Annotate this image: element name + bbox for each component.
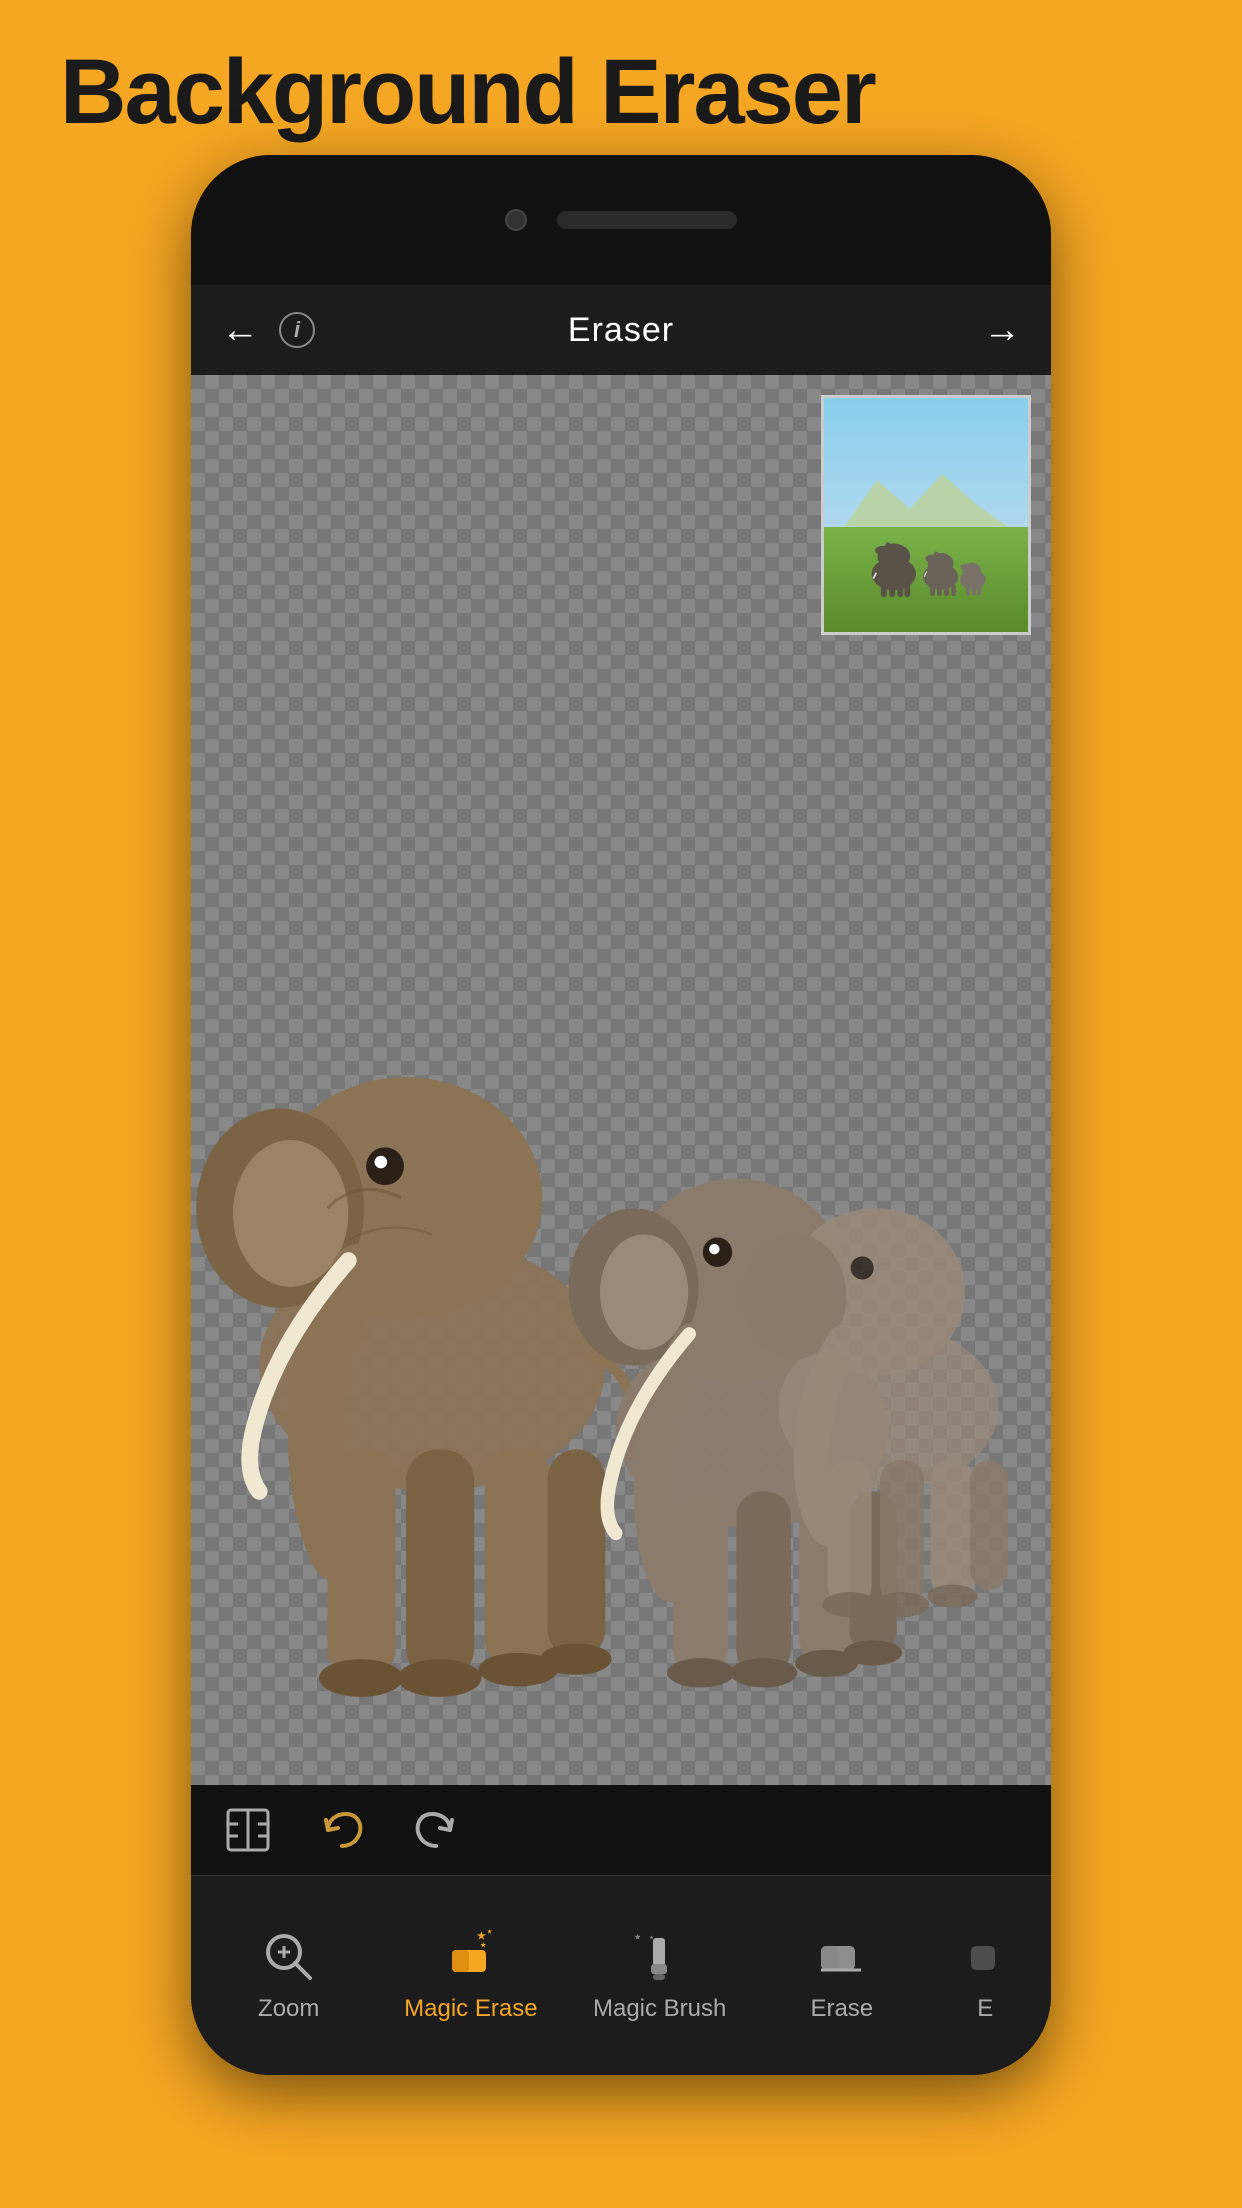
magic-erase-icon xyxy=(443,1929,499,1985)
phone-frame: ← i Eraser → xyxy=(191,155,1051,2075)
partial-icon xyxy=(957,1929,1013,1985)
forward-button[interactable]: → xyxy=(983,309,1021,352)
nav-title: Eraser xyxy=(568,311,674,350)
tool-erase[interactable]: Erase xyxy=(782,1929,902,2023)
tool-magic-erase[interactable]: Magic Erase xyxy=(404,1929,537,2023)
magic-brush-icon xyxy=(632,1929,688,1985)
thumbnail-preview xyxy=(821,395,1031,635)
zoom-icon xyxy=(261,1929,317,1985)
erase-icon xyxy=(814,1929,870,1985)
crop-compare-button[interactable] xyxy=(221,1803,275,1857)
phone-top-bar xyxy=(191,155,1051,285)
tool-partial[interactable]: E xyxy=(957,1929,1013,2023)
thumb-elephants-svg xyxy=(824,492,1028,632)
nav-left: ← i xyxy=(221,309,315,352)
canvas-wrapper[interactable] xyxy=(191,375,1051,1785)
tool-magic-brush[interactable]: Magic Brush xyxy=(593,1929,726,2023)
magic-brush-label: Magic Brush xyxy=(593,1995,726,2023)
zoom-label: Zoom xyxy=(258,1995,319,2023)
back-button[interactable]: ← xyxy=(221,309,259,352)
info-button[interactable]: i xyxy=(279,312,315,348)
erase-label: Erase xyxy=(810,1995,873,2023)
edit-controls-bar xyxy=(191,1785,1051,1875)
phone-camera xyxy=(505,209,527,231)
undo-button[interactable] xyxy=(315,1803,369,1857)
partial-label: E xyxy=(977,1995,993,2023)
app-title: Background Eraser xyxy=(60,40,875,145)
nav-bar: ← i Eraser → xyxy=(191,285,1051,375)
tool-zoom[interactable]: Zoom xyxy=(229,1929,349,2023)
app-content: ← i Eraser → xyxy=(191,285,1051,2075)
magic-erase-label: Magic Erase xyxy=(404,1995,537,2023)
redo-button[interactable] xyxy=(409,1803,463,1857)
phone-speaker xyxy=(557,211,737,229)
phone-bottom xyxy=(191,2045,1051,2075)
